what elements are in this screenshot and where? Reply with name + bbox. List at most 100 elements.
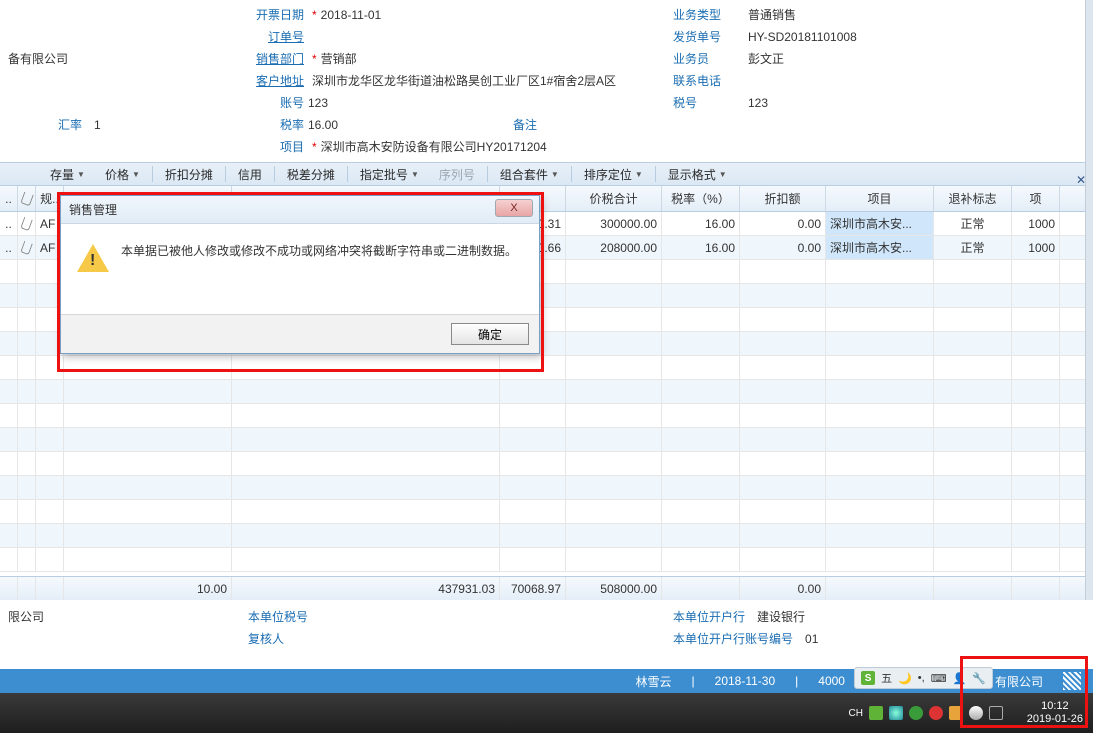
table-row[interactable]	[0, 452, 1093, 476]
remark-label: 备注	[513, 114, 553, 136]
footer-discount: 0.00	[740, 577, 826, 600]
clock-time: 10:12	[1027, 700, 1083, 713]
tray-volume-icon[interactable]	[969, 706, 983, 720]
paperclip-icon	[20, 191, 34, 206]
tray-network-icon[interactable]	[989, 706, 1003, 720]
wrench-icon[interactable]: 🔧	[972, 672, 986, 685]
project-label: 项目	[248, 136, 308, 158]
cust-addr-label[interactable]: 客户地址	[248, 70, 308, 92]
biz-type-value[interactable]: 普通销售	[748, 4, 796, 26]
dialog-message: 本单据已被他人修改或修改不成功或网络冲突将截断字符串或二进制数据。	[121, 242, 517, 302]
reviewer-label: 复核人	[248, 628, 288, 650]
tb-combo[interactable]: 组合套件▼	[490, 163, 569, 185]
table-row[interactable]	[0, 476, 1093, 500]
delivery-no-value[interactable]: HY-SD20181101008	[748, 26, 857, 48]
windows-taskbar[interactable]: CH 10:12 2019-01-26	[0, 693, 1093, 733]
sales-dept-value[interactable]: 营销部	[321, 48, 357, 70]
order-no-label[interactable]: 订单号	[248, 26, 308, 48]
tb-serial: 序列号	[429, 163, 485, 185]
tray-sogou-icon[interactable]	[869, 706, 883, 720]
bank-acc-label: 本单位开户行账号编号	[673, 628, 797, 650]
bank-label: 本单位开户行	[673, 606, 749, 628]
paperclip-icon	[20, 240, 33, 254]
col-subtotal[interactable]: 价税合计	[566, 186, 662, 211]
table-row[interactable]	[0, 428, 1093, 452]
qr-icon[interactable]	[1063, 672, 1081, 690]
system-tray[interactable]: CH	[849, 706, 1003, 720]
status-company: 有限公司	[995, 673, 1043, 690]
user-icon[interactable]: 👤	[953, 672, 967, 685]
bank-value[interactable]: 建设银行	[757, 606, 805, 628]
biz-type-label: 业务类型	[673, 4, 748, 26]
table-row[interactable]	[0, 356, 1093, 380]
footer-subtotal: 508000.00	[566, 577, 662, 600]
footer-qty: 10.00	[64, 577, 232, 600]
taskbar-clock[interactable]: 10:12 2019-01-26	[1027, 700, 1083, 726]
tb-tax-diff[interactable]: 税差分摊	[277, 163, 345, 185]
tax-no-value[interactable]: 123	[748, 92, 768, 114]
tb-discount[interactable]: 折扣分摊	[155, 163, 223, 185]
account-label: 账号	[248, 92, 308, 114]
form-area: 开票日期 * 2018-11-01 业务类型 普通销售 订单号 发货单号 HY-…	[0, 0, 1093, 158]
dialog-close-button[interactable]: X	[495, 199, 533, 217]
company-suffix: 备有限公司	[8, 48, 68, 70]
status-phone: 4000	[818, 674, 845, 688]
tray-red-icon[interactable]	[929, 706, 943, 720]
sales-dept-label[interactable]: 销售部门	[248, 48, 308, 70]
bank-acc-value[interactable]: 01	[805, 628, 818, 650]
delivery-no-label: 发货单号	[673, 26, 748, 48]
warning-icon: !	[77, 242, 109, 274]
table-row[interactable]	[0, 524, 1093, 548]
table-row[interactable]	[0, 500, 1093, 524]
unit-tax-no-label: 本单位税号	[248, 606, 312, 628]
table-row[interactable]	[0, 548, 1093, 572]
ime-mode[interactable]: 五	[881, 670, 892, 686]
grid-footer: 10.00 437931.03 70068.97 508000.00 0.00	[0, 576, 1093, 600]
tb-view[interactable]: 显示格式▼	[658, 163, 737, 185]
vertical-scrollbar[interactable]	[1085, 0, 1093, 600]
cust-addr-value[interactable]: 深圳市龙华区龙华街道油松路昊创工业厂区1#宿舍2层A区	[312, 70, 616, 92]
rate-value[interactable]: 1	[94, 114, 101, 136]
invoice-date-label: 开票日期	[248, 4, 308, 26]
dialog-titlebar[interactable]: 销售管理 X	[61, 196, 539, 224]
tray-wechat-icon[interactable]	[909, 706, 923, 720]
col-attachment[interactable]	[18, 186, 36, 211]
table-row[interactable]	[0, 404, 1093, 428]
col-tax-pct[interactable]: 税率（%）	[662, 186, 740, 211]
project-value[interactable]: 深圳市高木安防设备有限公司HY20171204	[321, 136, 547, 158]
ch-indicator[interactable]: CH	[849, 708, 863, 719]
moon-icon[interactable]: 🌙	[898, 672, 912, 685]
status-date: 2018-11-30	[715, 674, 776, 688]
tray-shield-icon[interactable]	[949, 706, 963, 720]
ime-s-icon[interactable]: S	[861, 671, 875, 685]
ime-toolbar[interactable]: S 五 🌙 •, ⌨ 👤 🔧	[854, 667, 993, 689]
account-value[interactable]: 123	[308, 92, 328, 114]
col-last[interactable]: 项	[1012, 186, 1060, 211]
rate-label: 汇率	[58, 114, 86, 136]
punct-icon[interactable]: •,	[918, 672, 925, 684]
table-row[interactable]	[0, 380, 1093, 404]
paperclip-icon	[20, 216, 33, 230]
tb-batch[interactable]: 指定批号▼	[350, 163, 429, 185]
col-discount[interactable]: 折扣额	[740, 186, 826, 211]
invoice-date-value[interactable]: 2018-11-01	[321, 4, 382, 26]
keyboard-icon[interactable]: ⌨	[931, 672, 947, 685]
tb-sort[interactable]: 排序定位▼	[574, 163, 653, 185]
tax-rate-label: 税率	[248, 114, 308, 136]
tray-app-icon[interactable]	[889, 706, 903, 720]
col-rownum[interactable]: ..	[0, 186, 18, 211]
contact-tel-label: 联系电话	[673, 70, 748, 92]
tb-credit[interactable]: 信用	[228, 163, 272, 185]
footer-amount: 437931.03	[232, 577, 500, 600]
dialog-ok-button[interactable]: 确定	[451, 323, 529, 345]
footer-tax: 70068.97	[500, 577, 566, 600]
clock-date: 2019-01-26	[1027, 713, 1083, 726]
tb-stock[interactable]: 存量▼	[40, 163, 95, 185]
tb-price[interactable]: 价格▼	[95, 163, 150, 185]
tax-rate-value[interactable]: 16.00	[308, 114, 338, 136]
col-return[interactable]: 退补标志	[934, 186, 1012, 211]
sales-person-value[interactable]: 彭文正	[748, 48, 784, 70]
error-dialog: 销售管理 X ! 本单据已被他人修改或修改不成功或网络冲突将截断字符串或二进制数…	[60, 195, 540, 354]
grid-toolbar: 存量▼ 价格▼ 折扣分摊 信用 税差分摊 指定批号▼ 序列号 组合套件▼ 排序定…	[0, 162, 1093, 186]
col-project[interactable]: 项目	[826, 186, 934, 211]
